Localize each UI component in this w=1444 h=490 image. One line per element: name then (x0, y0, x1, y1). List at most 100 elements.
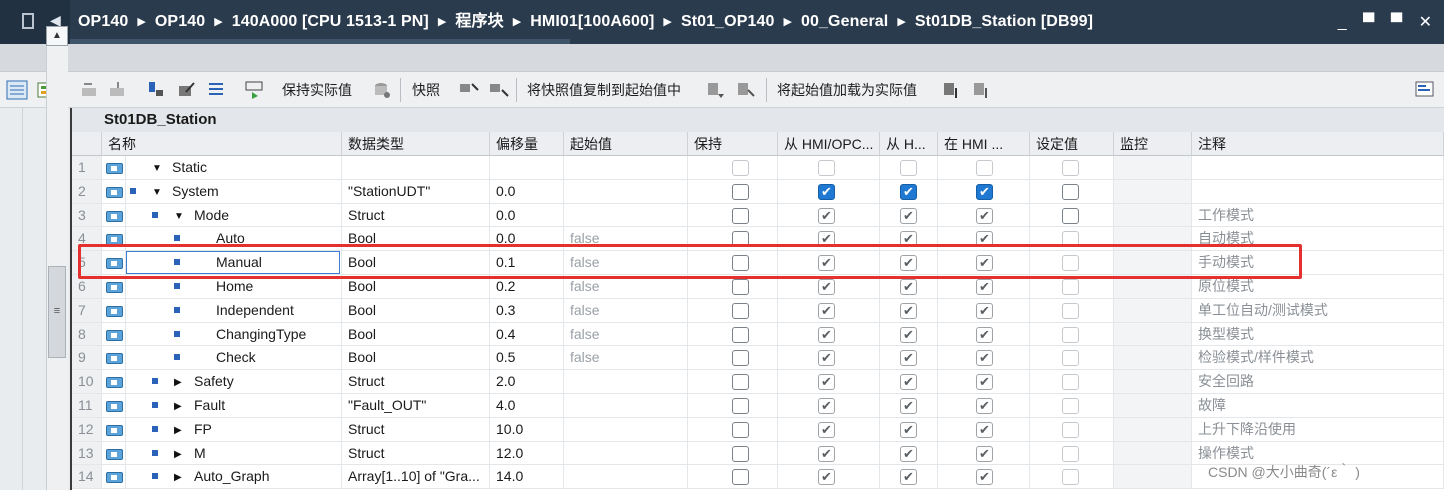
checkbox[interactable]: ✔ (976, 374, 993, 391)
column-header[interactable]: 名称 (102, 132, 342, 156)
checkbox[interactable] (1062, 279, 1079, 295)
collapse-arrow-icon[interactable]: ▼ (174, 205, 184, 227)
data-type-cell[interactable]: "StationUDT" (342, 179, 490, 204)
checkbox[interactable]: ✔ (818, 445, 835, 462)
name-cell[interactable]: ▼ System (126, 179, 342, 204)
comment-cell[interactable]: 单工位自动/测试模式 (1192, 298, 1444, 323)
column-header[interactable]: 设定值 (1030, 132, 1114, 156)
data-type-cell[interactable] (342, 156, 490, 180)
column-header[interactable]: 注释 (1192, 132, 1444, 156)
checkbox[interactable]: ✔ (900, 279, 917, 295)
load-start-icon-1[interactable] (942, 80, 964, 100)
load-start-label[interactable]: 将起始值加载为实际值 (777, 80, 917, 100)
collapse-arrow-icon[interactable]: ▼ (152, 181, 162, 203)
start-value-cell[interactable]: false (564, 298, 688, 323)
copy-snapshot-icon-1[interactable] (706, 80, 728, 100)
settings-panel-icon[interactable] (1414, 80, 1436, 100)
checkbox[interactable] (732, 207, 749, 224)
data-type-cell[interactable]: Bool (342, 322, 490, 347)
checkbox[interactable] (1062, 302, 1079, 319)
checkbox[interactable]: ✔ (976, 326, 993, 343)
comment-cell[interactable]: 检验模式/样件模式 (1192, 346, 1444, 371)
checkbox[interactable]: ✔ (900, 350, 917, 367)
start-value-cell[interactable] (564, 394, 688, 418)
comment-cell[interactable]: 上升下降沿使用 (1192, 417, 1444, 442)
checkbox[interactable] (732, 326, 749, 343)
window-controls[interactable]: _ ▀ ▀ ✕ (1338, 12, 1438, 32)
name-cell[interactable]: ▶ M (126, 441, 342, 466)
expand-arrow-icon[interactable]: ▶ (174, 466, 182, 488)
column-header[interactable]: 在 HMI ... (938, 132, 1030, 156)
checkbox[interactable] (1062, 350, 1079, 367)
start-value-cell[interactable]: false (564, 322, 688, 347)
column-header[interactable]: 监控 (1114, 132, 1192, 156)
expand-all-icon[interactable] (146, 80, 166, 100)
edit-icon[interactable] (176, 80, 196, 100)
checkbox[interactable] (732, 350, 749, 367)
copy-snapshot-label[interactable]: 将快照值复制到起始值中 (527, 80, 681, 100)
checkbox[interactable] (976, 160, 993, 176)
checkbox[interactable]: ✔ (976, 421, 993, 438)
data-type-cell[interactable]: Struct (342, 417, 490, 442)
checkbox[interactable]: ✔ (900, 469, 917, 486)
checkbox[interactable] (1062, 445, 1079, 462)
data-type-cell[interactable]: Struct (342, 370, 490, 394)
name-cell[interactable]: ▼ Mode (126, 203, 342, 228)
name-cell[interactable]: ChangingType (126, 322, 342, 347)
pin-icon[interactable] (22, 13, 34, 29)
checkbox[interactable]: ✔ (976, 279, 993, 295)
name-cell[interactable]: ▶ Fault (126, 394, 342, 418)
checkbox[interactable] (1062, 374, 1079, 391)
checkbox[interactable]: ✔ (900, 302, 917, 319)
table-row[interactable]: 8 ChangingType Bool 0.4 false 换型模式 ✔ ✔ ✔ (72, 322, 1444, 347)
add-row-icon[interactable] (108, 80, 128, 100)
breadcrumb-item[interactable]: 程序块 (455, 0, 503, 44)
checkbox[interactable]: ✔ (818, 279, 835, 295)
name-cell[interactable]: Independent (126, 298, 342, 323)
checkbox[interactable] (818, 160, 835, 176)
checkbox[interactable]: ✔ (900, 421, 917, 438)
checkbox[interactable] (732, 445, 749, 462)
checkbox[interactable] (1062, 421, 1079, 438)
keep-actual-label[interactable]: 保持实际值 (282, 80, 352, 100)
start-value-cell[interactable] (564, 417, 688, 442)
data-type-cell[interactable]: Struct (342, 203, 490, 228)
scroll-up-button[interactable]: ▲ (46, 26, 68, 46)
start-value-cell[interactable] (564, 441, 688, 466)
insert-row-icon[interactable] (80, 80, 100, 100)
view-table-icon[interactable] (6, 80, 28, 100)
checkbox[interactable] (732, 421, 749, 438)
start-value-cell[interactable] (564, 156, 688, 180)
name-cell[interactable]: ▶ Safety (126, 370, 342, 394)
comment-cell[interactable]: 换型模式 (1192, 322, 1444, 347)
checkbox[interactable]: ✔ (818, 350, 835, 367)
comment-cell[interactable]: 故障 (1192, 394, 1444, 418)
checkbox[interactable] (1062, 326, 1079, 343)
checkbox[interactable]: ✔ (900, 445, 917, 462)
expand-arrow-icon[interactable]: ▶ (174, 371, 182, 393)
checkbox[interactable] (1062, 469, 1079, 486)
start-value-cell[interactable] (564, 465, 688, 490)
checkbox[interactable]: ✔ (976, 445, 993, 462)
start-value-cell[interactable] (564, 203, 688, 228)
checkbox[interactable]: ✔ (900, 183, 917, 200)
name-cell[interactable]: Check (126, 346, 342, 371)
checkbox[interactable]: ✔ (818, 183, 835, 200)
column-header[interactable]: 从 HMI/OPC... (778, 132, 880, 156)
comment-cell[interactable]: 安全回路 (1192, 370, 1444, 394)
name-cell[interactable]: ▶ FP (126, 417, 342, 442)
table-row[interactable]: 10 ▶ Safety Struct 2.0 安全回路 ✔ ✔ ✔ (72, 370, 1444, 394)
column-header[interactable]: 数据类型 (342, 132, 490, 156)
checkbox[interactable]: ✔ (976, 469, 993, 486)
breadcrumb-item[interactable]: 140A000 [CPU 1513-1 PN] (232, 0, 429, 44)
table-row[interactable]: 2 ▼ System "StationUDT" 0.0 ✔ ✔ ✔ (72, 179, 1444, 204)
checkbox[interactable]: ✔ (976, 398, 993, 414)
expand-arrow-icon[interactable]: ▶ (174, 443, 182, 465)
snapshot-icon-2[interactable] (488, 80, 510, 100)
checkbox[interactable]: ✔ (818, 207, 835, 224)
list-icon[interactable] (206, 80, 226, 100)
column-header[interactable]: 偏移量 (490, 132, 564, 156)
breadcrumb-item[interactable]: 00_General (801, 0, 888, 44)
checkbox[interactable] (732, 183, 749, 200)
checkbox[interactable] (732, 398, 749, 414)
